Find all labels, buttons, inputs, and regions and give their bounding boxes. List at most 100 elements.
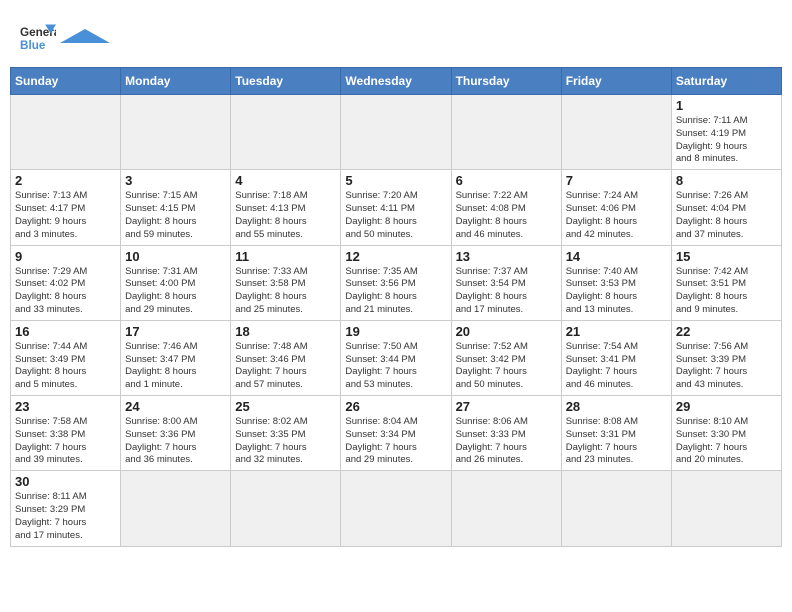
day-info: Sunrise: 8:08 AMSunset: 3:31 PMDaylight:… bbox=[566, 416, 667, 467]
calendar-day-cell bbox=[231, 95, 341, 170]
day-number: 18 bbox=[235, 324, 336, 339]
weekday-header-saturday: Saturday bbox=[671, 68, 781, 95]
day-number: 9 bbox=[15, 249, 116, 264]
day-number: 27 bbox=[456, 399, 557, 414]
calendar-day-cell: 29 Sunrise: 8:10 AMSunset: 3:30 PMDayligh… bbox=[671, 396, 781, 471]
calendar-day-cell: 5Sunrise: 7:20 AMSunset: 4:11 PMDaylight… bbox=[341, 170, 451, 245]
calendar-day-cell: 28 Sunrise: 8:08 AMSunset: 3:31 PMDayligh… bbox=[561, 396, 671, 471]
day-info: Sunrise: 7:56 AMSunset: 3:39 PMDaylight:… bbox=[676, 341, 777, 392]
calendar-day-cell bbox=[561, 95, 671, 170]
day-number: 17 bbox=[125, 324, 226, 339]
day-number: 30 bbox=[15, 474, 116, 489]
day-info: Sunrise: 7:37 AMSunset: 3:54 PMDaylight:… bbox=[456, 266, 557, 317]
calendar-day-cell bbox=[671, 471, 781, 546]
calendar-day-cell: 23 Sunrise: 7:58 AMSunset: 3:38 PMDayligh… bbox=[11, 396, 121, 471]
calendar-day-cell: 14 Sunrise: 7:40 AMSunset: 3:53 PMDayligh… bbox=[561, 245, 671, 320]
weekday-header-wednesday: Wednesday bbox=[341, 68, 451, 95]
calendar-week-row: 16 Sunrise: 7:44 AMSunset: 3:49 PMDayligh… bbox=[11, 320, 782, 395]
calendar-day-cell: 30 Sunrise: 8:11 AMSunset: 3:29 PMDayligh… bbox=[11, 471, 121, 546]
day-number: 20 bbox=[456, 324, 557, 339]
calendar-week-row: 23 Sunrise: 7:58 AMSunset: 3:38 PMDayligh… bbox=[11, 396, 782, 471]
calendar-week-row: 30 Sunrise: 8:11 AMSunset: 3:29 PMDayligh… bbox=[11, 471, 782, 546]
calendar-day-cell: 8 Sunrise: 7:26 AMSunset: 4:04 PMDaylight… bbox=[671, 170, 781, 245]
day-info: Sunrise: 7:52 AMSunset: 3:42 PMDaylight:… bbox=[456, 341, 557, 392]
day-number: 3 bbox=[125, 173, 226, 188]
calendar-day-cell: 26Sunrise: 8:04 AMSunset: 3:34 PMDayligh… bbox=[341, 396, 451, 471]
calendar-day-cell bbox=[231, 471, 341, 546]
calendar-day-cell: 22Sunrise: 7:56 AMSunset: 3:39 PMDayligh… bbox=[671, 320, 781, 395]
day-number: 16 bbox=[15, 324, 116, 339]
calendar-week-row: 9Sunrise: 7:29 AMSunset: 4:02 PMDaylight… bbox=[11, 245, 782, 320]
day-info: Sunrise: 7:58 AMSunset: 3:38 PMDaylight:… bbox=[15, 416, 116, 467]
day-number: 24 bbox=[125, 399, 226, 414]
day-info: Sunrise: 7:50 AMSunset: 3:44 PMDaylight:… bbox=[345, 341, 446, 392]
day-info: Sunrise: 8:00 AMSunset: 3:36 PMDaylight:… bbox=[125, 416, 226, 467]
calendar-day-cell: 27Sunrise: 8:06 AMSunset: 3:33 PMDayligh… bbox=[451, 396, 561, 471]
calendar-day-cell: 18 Sunrise: 7:48 AMSunset: 3:46 PMDayligh… bbox=[231, 320, 341, 395]
day-info: Sunrise: 7:24 AMSunset: 4:06 PMDaylight:… bbox=[566, 190, 667, 241]
day-number: 28 bbox=[566, 399, 667, 414]
calendar-day-cell: 25Sunrise: 8:02 AMSunset: 3:35 PMDayligh… bbox=[231, 396, 341, 471]
calendar-day-cell: 21 Sunrise: 7:54 AMSunset: 3:41 PMDayligh… bbox=[561, 320, 671, 395]
day-info: Sunrise: 7:44 AMSunset: 3:49 PMDaylight:… bbox=[15, 341, 116, 392]
calendar-day-cell: 10 Sunrise: 7:31 AMSunset: 4:00 PMDayligh… bbox=[121, 245, 231, 320]
day-info: Sunrise: 7:31 AMSunset: 4:00 PMDaylight:… bbox=[125, 266, 226, 317]
day-info: Sunrise: 7:46 AMSunset: 3:47 PMDaylight:… bbox=[125, 341, 226, 392]
calendar-day-cell: 20 Sunrise: 7:52 AMSunset: 3:42 PMDayligh… bbox=[451, 320, 561, 395]
day-info: Sunrise: 7:26 AMSunset: 4:04 PMDaylight:… bbox=[676, 190, 777, 241]
day-info: Sunrise: 7:35 AMSunset: 3:56 PMDaylight:… bbox=[345, 266, 446, 317]
day-number: 1 bbox=[676, 98, 777, 113]
logo-icon: General Blue bbox=[20, 20, 56, 56]
day-info: Sunrise: 7:40 AMSunset: 3:53 PMDaylight:… bbox=[566, 266, 667, 317]
calendar-day-cell: 6Sunrise: 7:22 AMSunset: 4:08 PMDaylight… bbox=[451, 170, 561, 245]
day-info: Sunrise: 8:10 AMSunset: 3:30 PMDaylight:… bbox=[676, 416, 777, 467]
logo-triangle bbox=[60, 29, 110, 43]
day-number: 23 bbox=[15, 399, 116, 414]
day-number: 4 bbox=[235, 173, 336, 188]
day-info: Sunrise: 7:33 AMSunset: 3:58 PMDaylight:… bbox=[235, 266, 336, 317]
day-info: Sunrise: 8:02 AMSunset: 3:35 PMDaylight:… bbox=[235, 416, 336, 467]
day-number: 2 bbox=[15, 173, 116, 188]
calendar-day-cell: 19Sunrise: 7:50 AMSunset: 3:44 PMDayligh… bbox=[341, 320, 451, 395]
day-info: Sunrise: 8:11 AMSunset: 3:29 PMDaylight:… bbox=[15, 491, 116, 542]
calendar-day-cell bbox=[121, 471, 231, 546]
day-info: Sunrise: 7:20 AMSunset: 4:11 PMDaylight:… bbox=[345, 190, 446, 241]
page-header: General Blue bbox=[10, 10, 782, 61]
calendar-day-cell bbox=[11, 95, 121, 170]
day-info: Sunrise: 7:13 AMSunset: 4:17 PMDaylight:… bbox=[15, 190, 116, 241]
calendar-day-cell bbox=[121, 95, 231, 170]
calendar-week-row: 2 Sunrise: 7:13 AMSunset: 4:17 PMDaylight… bbox=[11, 170, 782, 245]
day-number: 29 bbox=[676, 399, 777, 414]
day-number: 8 bbox=[676, 173, 777, 188]
day-info: Sunrise: 7:18 AMSunset: 4:13 PMDaylight:… bbox=[235, 190, 336, 241]
calendar-day-cell bbox=[341, 95, 451, 170]
day-info: Sunrise: 7:54 AMSunset: 3:41 PMDaylight:… bbox=[566, 341, 667, 392]
day-number: 21 bbox=[566, 324, 667, 339]
calendar-day-cell: 4 Sunrise: 7:18 AMSunset: 4:13 PMDaylight… bbox=[231, 170, 341, 245]
day-number: 26 bbox=[345, 399, 446, 414]
weekday-header-friday: Friday bbox=[561, 68, 671, 95]
day-number: 7 bbox=[566, 173, 667, 188]
day-info: Sunrise: 7:11 AMSunset: 4:19 PMDaylight:… bbox=[676, 115, 777, 166]
weekday-header-sunday: Sunday bbox=[11, 68, 121, 95]
calendar-day-cell: 3Sunrise: 7:15 AMSunset: 4:15 PMDaylight… bbox=[121, 170, 231, 245]
day-info: Sunrise: 7:48 AMSunset: 3:46 PMDaylight:… bbox=[235, 341, 336, 392]
day-info: Sunrise: 7:42 AMSunset: 3:51 PMDaylight:… bbox=[676, 266, 777, 317]
day-info: Sunrise: 7:22 AMSunset: 4:08 PMDaylight:… bbox=[456, 190, 557, 241]
calendar-day-cell: 9Sunrise: 7:29 AMSunset: 4:02 PMDaylight… bbox=[11, 245, 121, 320]
calendar-day-cell bbox=[451, 95, 561, 170]
day-number: 10 bbox=[125, 249, 226, 264]
calendar-day-cell: 12 Sunrise: 7:35 AMSunset: 3:56 PMDayligh… bbox=[341, 245, 451, 320]
calendar-day-cell bbox=[561, 471, 671, 546]
weekday-header-monday: Monday bbox=[121, 68, 231, 95]
day-number: 12 bbox=[345, 249, 446, 264]
day-number: 14 bbox=[566, 249, 667, 264]
calendar-day-cell: 1 Sunrise: 7:11 AMSunset: 4:19 PMDaylight… bbox=[671, 95, 781, 170]
calendar-day-cell: 17 Sunrise: 7:46 AMSunset: 3:47 PMDayligh… bbox=[121, 320, 231, 395]
calendar-table: SundayMondayTuesdayWednesdayThursdayFrid… bbox=[10, 67, 782, 547]
logo: General Blue bbox=[20, 20, 110, 56]
calendar-day-cell: 24 Sunrise: 8:00 AMSunset: 3:36 PMDayligh… bbox=[121, 396, 231, 471]
day-number: 15 bbox=[676, 249, 777, 264]
calendar-day-cell: 15 Sunrise: 7:42 AMSunset: 3:51 PMDayligh… bbox=[671, 245, 781, 320]
weekday-header-row: SundayMondayTuesdayWednesdayThursdayFrid… bbox=[11, 68, 782, 95]
